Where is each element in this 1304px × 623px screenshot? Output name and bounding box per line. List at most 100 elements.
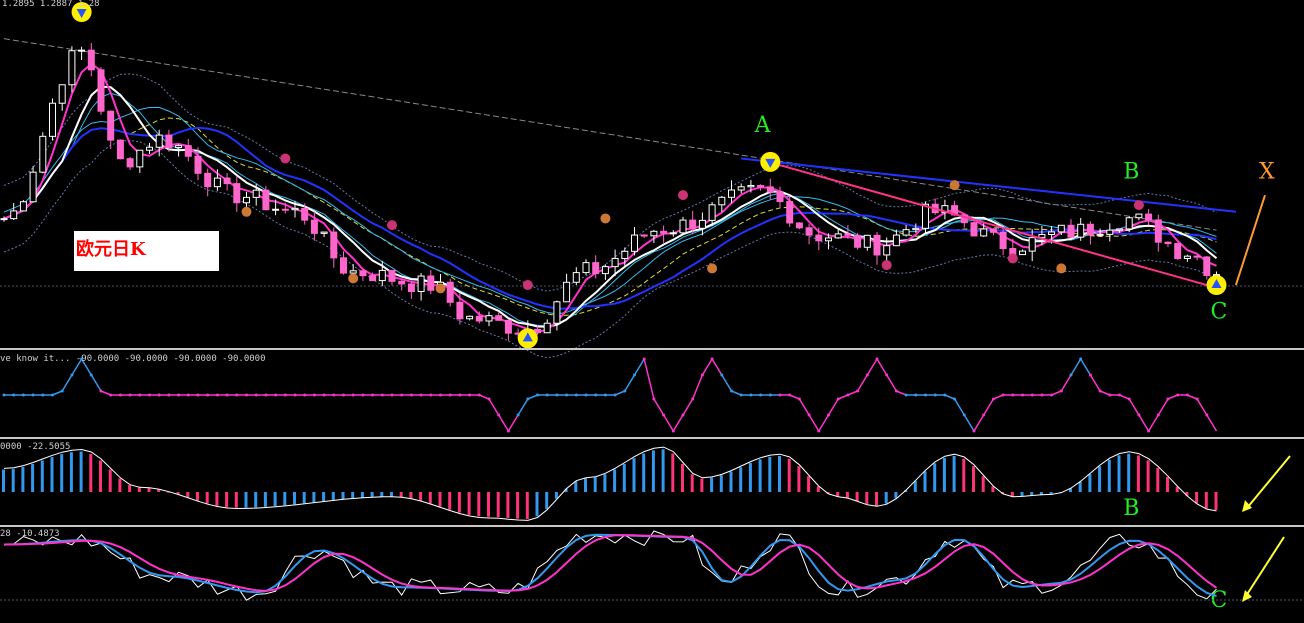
stoch-d-line [3, 534, 1218, 592]
indicator1-segment [1157, 398, 1169, 416]
indicator1-point [817, 429, 821, 433]
candle-body [543, 322, 551, 334]
fractal-marker [1133, 200, 1144, 211]
macd-bar [322, 492, 326, 502]
indicator1-point [177, 393, 181, 397]
indicator1-point [691, 397, 695, 401]
indicator1-segment [527, 394, 538, 400]
indicator1-segment [876, 358, 888, 376]
indicator1-point [759, 393, 763, 397]
candle-body [243, 196, 250, 204]
indicator1-point [1176, 393, 1180, 397]
indicator1-point [439, 393, 442, 397]
candle-body [737, 186, 745, 191]
macd-bar [574, 481, 578, 492]
indicator1-point [41, 393, 45, 397]
indicator1-point [904, 393, 908, 397]
macd-bar [845, 492, 849, 498]
macd-bar [331, 492, 335, 500]
indicator1-segment [1080, 358, 1092, 376]
indicator1-point [1001, 393, 1005, 397]
macd-bar [671, 453, 675, 492]
indicator1-point [700, 373, 704, 377]
candle-body [912, 227, 920, 231]
indicator1-point [497, 413, 501, 417]
fractal-marker [522, 280, 533, 291]
indicator1-point [283, 393, 287, 397]
candle-body [1096, 233, 1104, 236]
macd-bar [1127, 453, 1131, 492]
macd-bar [428, 492, 432, 504]
indicator1-point [1069, 373, 1073, 377]
indicator1-segment [614, 390, 626, 396]
macd-bar [651, 450, 655, 492]
macd-bar [525, 492, 529, 519]
indicator1-point [894, 389, 898, 393]
candle-body [1193, 255, 1201, 258]
macd-bar [234, 492, 238, 508]
indicator1-point [594, 393, 598, 397]
main-header-text: 1.2895 1.2887 1.28 [2, 0, 100, 9]
indicator1-point [1137, 413, 1141, 417]
candle-body [631, 234, 638, 252]
panel-separator [0, 437, 1304, 439]
candle-body [611, 257, 619, 268]
candle-body [1086, 223, 1094, 236]
macd-bar [31, 463, 35, 492]
candle-body [1164, 241, 1172, 245]
macd-bar [952, 456, 956, 492]
indicator1-point [1088, 373, 1092, 377]
panel-separator [0, 348, 1304, 350]
indicator1-segment [721, 374, 733, 392]
macd-bar [487, 492, 490, 517]
indicator1-segment [507, 414, 519, 432]
fractal-marker [280, 153, 291, 164]
macd-bar [816, 486, 820, 492]
indicator1-segment [1119, 394, 1130, 400]
indicator1-point [380, 393, 384, 397]
indicator1-point [1040, 393, 1044, 397]
indicator1-point [60, 389, 64, 393]
macd-bar [603, 474, 607, 492]
indicator1-point [264, 393, 268, 397]
candle-body [582, 262, 590, 274]
stoch-raw-line [3, 530, 1217, 601]
indicator1-point [196, 393, 200, 397]
candle-body [1048, 231, 1056, 235]
indicator1-point [215, 393, 219, 397]
indicator1-segment [1147, 414, 1159, 432]
macd-bar [477, 492, 481, 517]
candle-body [776, 191, 784, 203]
indicator1-point [1108, 393, 1112, 397]
indicator1-segment [90, 374, 102, 392]
candle-body [49, 102, 56, 137]
candle-body [834, 233, 842, 239]
macd-bar [1078, 481, 1082, 492]
candle-body [766, 186, 774, 193]
indicator1-point [487, 397, 491, 401]
indicator1-point [157, 393, 161, 397]
candle-body [601, 266, 609, 275]
fractal-marker [348, 273, 359, 284]
macd-bar [865, 492, 869, 505]
macd-bar [710, 477, 714, 492]
candle-body [165, 134, 173, 149]
indicator1-segment [973, 414, 985, 432]
ma-cyan2-line [3, 106, 1217, 315]
candle-body [989, 228, 997, 233]
candle-body [854, 234, 862, 248]
macd-bar [981, 476, 985, 492]
indicator1-point [1079, 357, 1083, 361]
candle-body [563, 281, 571, 303]
indicator1-point [477, 393, 481, 397]
candle-body [58, 84, 66, 104]
indicator1-point [924, 393, 927, 397]
indicator1-segment [1089, 374, 1101, 392]
indicator1-segment [944, 394, 955, 400]
macd-bar [186, 492, 190, 498]
indicator1-point [991, 397, 995, 401]
candle-body [10, 210, 18, 220]
macd-bar [205, 492, 209, 504]
candle-body [795, 222, 803, 229]
indicator1-segment [1070, 358, 1082, 376]
